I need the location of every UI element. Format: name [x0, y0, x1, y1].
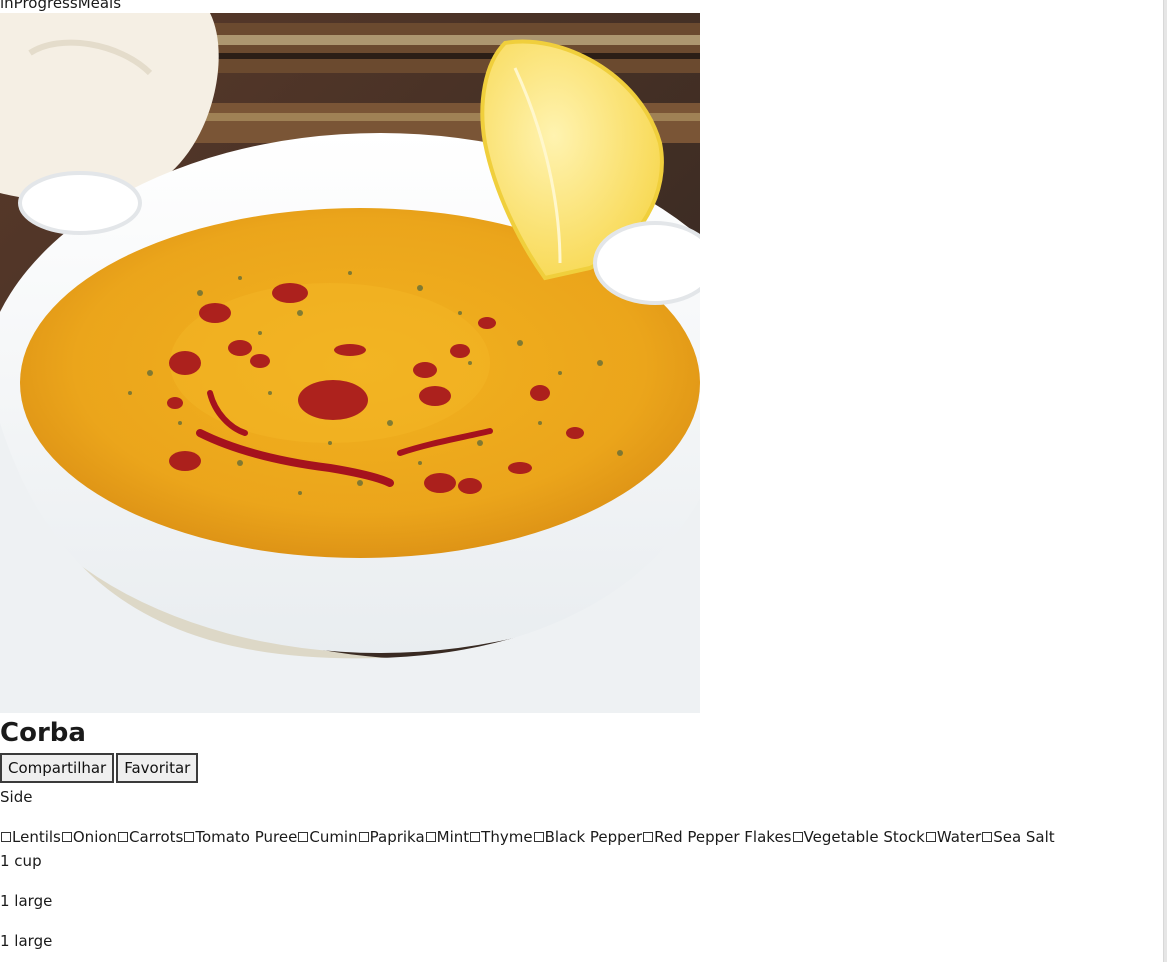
ingredient-label: Carrots — [129, 828, 184, 846]
page-scrollbar[interactable] — [1163, 0, 1167, 962]
page-title: inProgressMeals — [0, 0, 122, 12]
ingredient-label: Lentils — [12, 828, 61, 846]
measure-item: 1 large — [0, 932, 53, 950]
ingredient-checkbox[interactable] — [118, 832, 129, 842]
ingredient-label: Paprika — [369, 828, 425, 846]
ingredient-checkbox[interactable] — [1, 832, 11, 842]
ingredient-checkbox[interactable] — [425, 832, 436, 842]
ingredient-checkbox[interactable] — [61, 832, 72, 842]
ingredient-item[interactable]: Cumin — [297, 828, 358, 846]
ingredient-checkbox[interactable] — [982, 832, 993, 842]
ingredient-item[interactable]: Onion — [61, 828, 117, 846]
ingredient-checkbox[interactable] — [792, 832, 803, 842]
ingredient-label: Cumin — [309, 828, 358, 846]
ingredient-checkbox[interactable] — [184, 832, 195, 842]
ingredient-item[interactable]: Vegetable Stock — [792, 828, 925, 846]
ingredient-checkbox[interactable] — [643, 832, 654, 842]
ingredient-label: Water — [936, 828, 982, 846]
ingredient-label: Red Pepper Flakes — [654, 828, 792, 846]
ingredient-item[interactable]: Paprika — [358, 828, 425, 846]
ingredient-item[interactable]: Tomato Puree — [183, 828, 297, 846]
ingredient-checkbox[interactable] — [533, 832, 544, 842]
ingredient-label: Mint — [436, 828, 470, 846]
ingredient-label: Onion — [72, 828, 118, 846]
recipe-photo — [0, 13, 700, 713]
ingredient-item[interactable]: Black Pepper — [533, 828, 643, 846]
ingredient-checkbox[interactable] — [358, 832, 369, 842]
ingredient-item[interactable]: Sea Salt — [981, 828, 1055, 846]
share-button[interactable]: Compartilhar — [0, 753, 115, 783]
ingredient-label: Tomato Puree — [195, 828, 298, 846]
ingredient-checkbox[interactable] — [298, 832, 309, 842]
ingredient-item[interactable]: Water — [925, 828, 981, 846]
ingredient-item[interactable]: Mint — [425, 828, 470, 846]
soup-bowl-illustration — [0, 13, 700, 713]
recipe-category: Side — [0, 788, 33, 806]
ingredient-item[interactable]: Red Pepper Flakes — [642, 828, 792, 846]
ingredient-label: Sea Salt — [993, 828, 1055, 846]
measure-list: 1 cup 1 large 1 large — [0, 851, 1167, 971]
ingredient-item[interactable]: Carrots — [117, 828, 183, 846]
ingredient-list: Lentils Onion Carrots Tomato Puree Cumin… — [0, 827, 1167, 847]
measure-item: 1 large — [0, 892, 53, 910]
ingredient-label: Thyme — [481, 828, 533, 846]
measure-item: 1 cup — [0, 852, 42, 870]
ingredient-label: Vegetable Stock — [803, 828, 925, 846]
action-bar: Compartilhar Favoritar — [0, 753, 1167, 783]
recipe-title: Corba — [0, 718, 86, 748]
ingredient-item[interactable]: Thyme — [469, 828, 533, 846]
ingredient-label: Black Pepper — [544, 828, 643, 846]
ingredient-checkbox[interactable] — [925, 832, 936, 842]
ingredient-checkbox[interactable] — [470, 832, 481, 842]
ingredient-item[interactable]: Lentils — [0, 828, 61, 846]
favorite-button[interactable]: Favoritar — [116, 753, 199, 783]
